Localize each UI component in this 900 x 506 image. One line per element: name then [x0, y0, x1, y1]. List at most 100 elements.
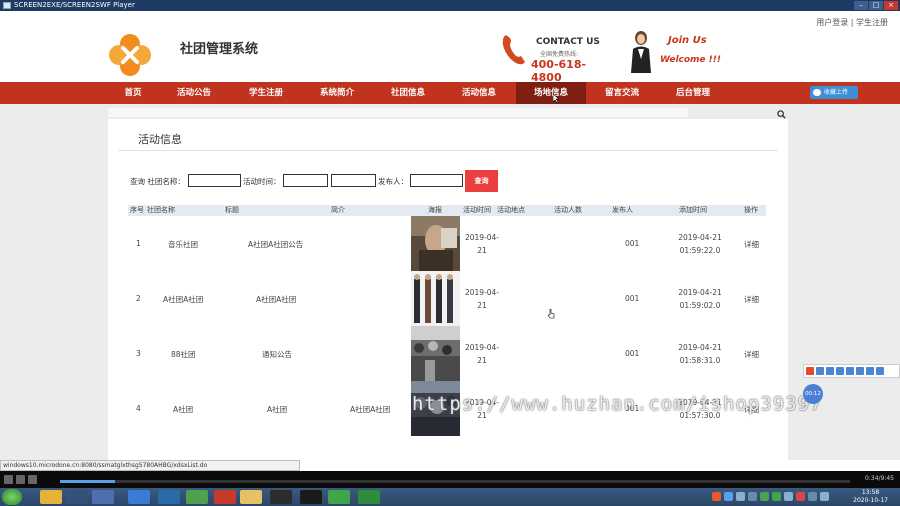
taskbar-qq-icon[interactable] — [270, 490, 292, 504]
taskbar-wechat-icon[interactable] — [328, 490, 350, 504]
close-icon[interactable]: × — [884, 1, 898, 10]
cell-no: 4 — [136, 404, 141, 413]
taskbar-app-icon[interactable] — [358, 490, 380, 504]
floating-timer-badge[interactable]: 00:12 — [803, 384, 823, 404]
maximize-icon[interactable]: □ — [869, 1, 883, 10]
ime-emoji-icon[interactable] — [836, 367, 844, 375]
logo-icon — [109, 34, 151, 76]
query-button[interactable]: 查询 — [465, 170, 498, 192]
window-titlebar: SCREEN2EXE/SCREEN2SWF Player – □ × — [0, 0, 900, 11]
nav-item-announcements[interactable]: 活动公告 — [168, 82, 220, 104]
nav-item-student-register[interactable]: 学生注册 — [240, 82, 292, 104]
search-form: 查询 社团名称： 活动时间： 发布人： 查询 — [130, 170, 750, 192]
tray-icon[interactable] — [748, 492, 757, 501]
taskbar-chrome-icon[interactable] — [40, 490, 62, 504]
club-name-label: 查询 社团名称： — [130, 177, 185, 186]
club-name-input[interactable] — [188, 174, 241, 187]
top-links[interactable]: 用户登录 | 学生注册 — [816, 17, 888, 28]
start-button[interactable] — [2, 489, 22, 505]
tray-icon[interactable] — [736, 492, 745, 501]
poster-image[interactable] — [411, 216, 460, 271]
contact-phone: 400-618-4800 — [531, 58, 587, 84]
search-icon[interactable] — [777, 110, 786, 119]
cell-intro: A社团A社团 — [350, 405, 391, 414]
detail-link[interactable]: 详细 — [744, 294, 759, 305]
taskbar-app-icon[interactable] — [186, 490, 208, 504]
play-icon[interactable] — [4, 475, 13, 484]
nav-item-home[interactable]: 首页 — [110, 82, 156, 104]
cell-no: 2 — [136, 294, 141, 303]
col-people: 活动人数 — [554, 206, 582, 214]
nav-item-system-intro[interactable]: 系统简介 — [311, 82, 363, 104]
cell-title: A社团A社团 — [256, 295, 297, 304]
taskbar-app-icon[interactable] — [128, 490, 150, 504]
poster-image[interactable] — [411, 271, 460, 326]
time-to-input[interactable] — [331, 174, 376, 187]
stop-icon[interactable] — [16, 475, 25, 484]
table-row: 3 88社团 通知公告 2019-04- 21 001 2019-04-21 01:… — [128, 326, 766, 381]
player-controls: 0:34/9:45 — [0, 471, 900, 488]
tray-icon[interactable] — [724, 492, 733, 501]
nav-item-admin[interactable]: 后台管理 — [667, 82, 719, 104]
rewind-icon[interactable] — [28, 475, 37, 484]
nav-item-club-info[interactable]: 社团信息 — [382, 82, 434, 104]
col-place: 活动地点 — [497, 206, 525, 214]
site-header: 用户登录 | 学生注册 社团管理系统 CONTACT US 全国免费热线: 40… — [0, 11, 900, 84]
publisher-input[interactable] — [410, 174, 463, 187]
taskbar-clock[interactable]: 13:58 2020-10-17 — [853, 489, 888, 505]
join-line2: Welcome !!! — [660, 55, 721, 65]
cell-club: 88社团 — [171, 350, 196, 359]
taskbar: 13:58 2020-10-17 — [0, 488, 900, 506]
ime-mic-icon[interactable] — [846, 367, 854, 375]
tray-icon[interactable] — [784, 492, 793, 501]
hand-cursor-icon — [548, 309, 555, 319]
watermark-text: https://www.huzhan.com/ishop39397 — [412, 393, 823, 415]
ime-toolbar — [803, 364, 900, 378]
nav-item-venue-info[interactable]: 场地信息 — [516, 82, 586, 104]
system-tray — [712, 492, 829, 501]
contact-block: CONTACT US 全国免费热线: 400-618-4800 — [500, 29, 610, 84]
window-title: SCREEN2EXE/SCREEN2SWF Player — [14, 1, 135, 9]
tray-icon[interactable] — [808, 492, 817, 501]
cell-activity-time: 2019-04- 21 — [464, 343, 500, 365]
page-title: 活动信息 — [138, 133, 182, 146]
tray-icon[interactable] — [796, 492, 805, 501]
player-progress-fill — [60, 480, 116, 483]
nav-item-message-board[interactable]: 留言交流 — [596, 82, 648, 104]
taskbar-app-icon[interactable] — [158, 490, 180, 504]
join-us-block: Join Us Welcome !!! — [628, 29, 728, 75]
taskbar-app-icon[interactable] — [66, 490, 88, 504]
taskbar-app-icon[interactable] — [300, 490, 322, 504]
ime-skin-icon[interactable] — [866, 367, 874, 375]
contact-title: CONTACT US — [536, 37, 600, 47]
col-intro: 简介 — [331, 206, 345, 214]
ime-logo-icon[interactable] — [806, 367, 814, 375]
taskbar-flash-icon[interactable] — [214, 490, 236, 504]
ime-lang-icon[interactable] — [816, 367, 824, 375]
taskbar-app-icon[interactable] — [92, 490, 114, 504]
volume-icon[interactable] — [820, 492, 829, 501]
tray-icon[interactable] — [772, 492, 781, 501]
ime-keyboard-icon[interactable] — [856, 367, 864, 375]
ime-punct-icon[interactable] — [826, 367, 834, 375]
status-url: windows10.microdone.cn:8080/ssmatglxthsg… — [0, 460, 300, 471]
ime-menu-icon[interactable] — [876, 367, 884, 375]
cell-no: 1 — [136, 239, 141, 248]
nav-item-activity-info[interactable]: 活动信息 — [453, 82, 505, 104]
cell-club: 音乐社团 — [168, 240, 198, 249]
cell-club: A社团A社团 — [163, 295, 204, 304]
share-button[interactable]: 收藏上传 — [810, 86, 858, 99]
detail-link[interactable]: 详细 — [744, 349, 759, 360]
col-publisher: 发布人 — [612, 206, 633, 214]
col-title: 标题 — [225, 206, 239, 214]
time-from-input[interactable] — [283, 174, 328, 187]
tray-icon[interactable] — [712, 492, 721, 501]
cell-title: A社团A社团公告 — [248, 240, 304, 249]
tray-icon[interactable] — [760, 492, 769, 501]
detail-link[interactable]: 详细 — [744, 239, 759, 250]
col-no: 序号 — [130, 206, 144, 214]
minimize-icon[interactable]: – — [854, 1, 868, 10]
poster-image[interactable] — [411, 326, 460, 381]
player-progress[interactable] — [60, 480, 850, 483]
taskbar-folder-icon[interactable] — [240, 490, 262, 504]
